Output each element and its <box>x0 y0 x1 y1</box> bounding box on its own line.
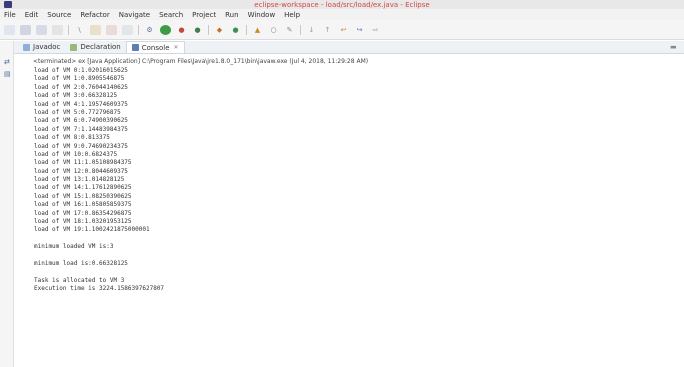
toolbar-separator <box>138 24 139 35</box>
new-icon[interactable] <box>4 24 15 35</box>
debug-icon[interactable]: ⚙ <box>144 25 155 35</box>
toolbar-separator <box>300 24 301 35</box>
nav-arrow-icon[interactable]: ⇨ <box>370 25 381 35</box>
run-icon[interactable] <box>160 24 171 35</box>
console-line: minimum loaded VM is:3 <box>34 243 114 251</box>
console-line: Execution time is 3224.1586397627807 <box>34 285 165 293</box>
search-icon[interactable]: ○ <box>268 25 279 35</box>
javadoc-icon <box>23 43 30 51</box>
menu-refactor[interactable]: Refactor <box>80 11 109 19</box>
save-icon[interactable] <box>20 24 31 35</box>
console-line: load of VM 9:0.74690234375 <box>34 142 128 150</box>
console-line: load of VM 13:1.014828125 <box>34 176 125 184</box>
run-external-tool-icon[interactable]: ● <box>176 25 187 35</box>
declaration-icon <box>70 43 78 51</box>
console-line: minimum load is:0.66328125 <box>34 259 128 267</box>
title-bar: eclipse-workspace - load/src/load/ex.jav… <box>0 0 684 9</box>
menu-file[interactable]: File <box>4 11 16 19</box>
console-line: load of VM 17:0.86354296875 <box>34 209 132 217</box>
console-line: load of VM 6:0.74900390625 <box>34 117 128 125</box>
console-line: load of VM 1:0.8905546875 <box>34 75 125 83</box>
forward-icon[interactable]: ↪ <box>354 25 365 35</box>
console-line: load of VM 12:0.8044609375 <box>34 167 128 175</box>
step-icon[interactable] <box>122 24 133 35</box>
print-icon[interactable] <box>52 24 63 35</box>
previous-annotation-icon[interactable]: ↑ <box>322 25 333 35</box>
console-line: load of VM 10:0.6824375 <box>34 150 118 158</box>
toggle-breakpoint-icon[interactable]: \ <box>74 25 85 35</box>
console-line: load of VM 18:1.03201953125 <box>34 218 132 226</box>
console-line: load of VM 14:1.17612890625 <box>34 184 132 192</box>
toolbar-separator <box>246 24 247 35</box>
console-line: load of VM 7:1.14483984375 <box>34 125 128 133</box>
console-line: load of VM 0:1.02016015625 <box>34 67 128 74</box>
tab-declaration-label: Declaration <box>80 43 121 51</box>
menu-source[interactable]: Source <box>47 11 71 19</box>
console-line: load of VM 15:1.08250390625 <box>34 192 132 200</box>
open-type-icon[interactable]: ▲ <box>252 25 263 35</box>
menu-edit[interactable]: Edit <box>25 11 39 19</box>
menu-project[interactable]: Project <box>192 11 216 19</box>
package-explorer-icon[interactable]: ▤ <box>4 70 11 78</box>
console-line: load of VM 2:0.76044140625 <box>34 83 128 91</box>
back-icon[interactable]: ↩ <box>338 25 349 35</box>
console-line: load of VM 16:1.05805859375 <box>34 201 132 209</box>
toolbar-separator <box>208 24 209 35</box>
left-trim-bar: ⇄ ▤ <box>0 41 14 367</box>
new-class-icon[interactable]: ● <box>230 25 241 35</box>
console-line: load of VM 4:1.19574609375 <box>34 100 128 108</box>
tab-console-label: Console <box>141 43 170 52</box>
console-icon <box>131 44 139 51</box>
pencil-icon[interactable]: ✎ <box>284 25 295 35</box>
minimize-view-icon[interactable]: ▬ <box>670 43 678 51</box>
menu-search[interactable]: Search <box>159 11 183 19</box>
menu-run[interactable]: Run <box>225 11 238 19</box>
save-all-icon[interactable] <box>36 24 47 35</box>
menu-navigate[interactable]: Navigate <box>119 11 150 19</box>
menu-bar: File Edit Source Refactor Navigate Searc… <box>0 9 684 20</box>
next-annotation-icon[interactable]: ↓ <box>306 25 317 35</box>
console-view-tabs: Javadoc Declaration Console ✕ ▬ <box>14 41 684 54</box>
window-title: eclipse-workspace - load/src/load/ex.jav… <box>254 0 430 9</box>
console-output: load of VM 0:1.02016015625 load of VM 1:0… <box>34 67 674 294</box>
console-line: load of VM 8:0.813375 <box>34 134 110 142</box>
tab-javadoc-label: Javadoc <box>33 43 61 51</box>
menu-window[interactable]: Window <box>248 11 276 19</box>
console-line: Task is allocated to VM 3 <box>34 276 125 284</box>
coverage-icon[interactable]: ● <box>192 25 203 35</box>
close-icon[interactable]: ✕ <box>174 44 179 51</box>
toolbar-separator <box>68 24 69 35</box>
tab-declaration[interactable]: Declaration <box>65 41 125 53</box>
console-line: load of VM 3:0.66328125 <box>34 92 118 100</box>
console-line: load of VM 5:0.772796875 <box>34 108 121 116</box>
tab-console[interactable]: Console ✕ <box>125 41 185 53</box>
console-view[interactable]: <terminated> ex [Java Application] C:\Pr… <box>15 55 684 367</box>
console-line: load of VM 19:1.1002421875000001 <box>34 226 150 234</box>
new-java-project-icon[interactable]: ◆ <box>214 25 225 35</box>
restore-view-icon[interactable]: ⇄ <box>4 58 11 66</box>
main-toolbar: \ ⚙ ● ● ◆ ● ▲ ○ ✎ ↓ ↑ ↩ ↪ ⇨ <box>0 20 684 40</box>
eclipse-app-icon <box>4 1 12 8</box>
console-line: load of VM 11:1.05108984375 <box>34 159 132 167</box>
terminate-icon[interactable] <box>106 24 117 35</box>
menu-help[interactable]: Help <box>284 11 300 19</box>
tab-javadoc[interactable]: Javadoc <box>18 41 65 53</box>
skip-breakpoints-icon[interactable] <box>90 24 101 35</box>
console-status-line: <terminated> ex [Java Application] C:\Pr… <box>33 58 369 65</box>
